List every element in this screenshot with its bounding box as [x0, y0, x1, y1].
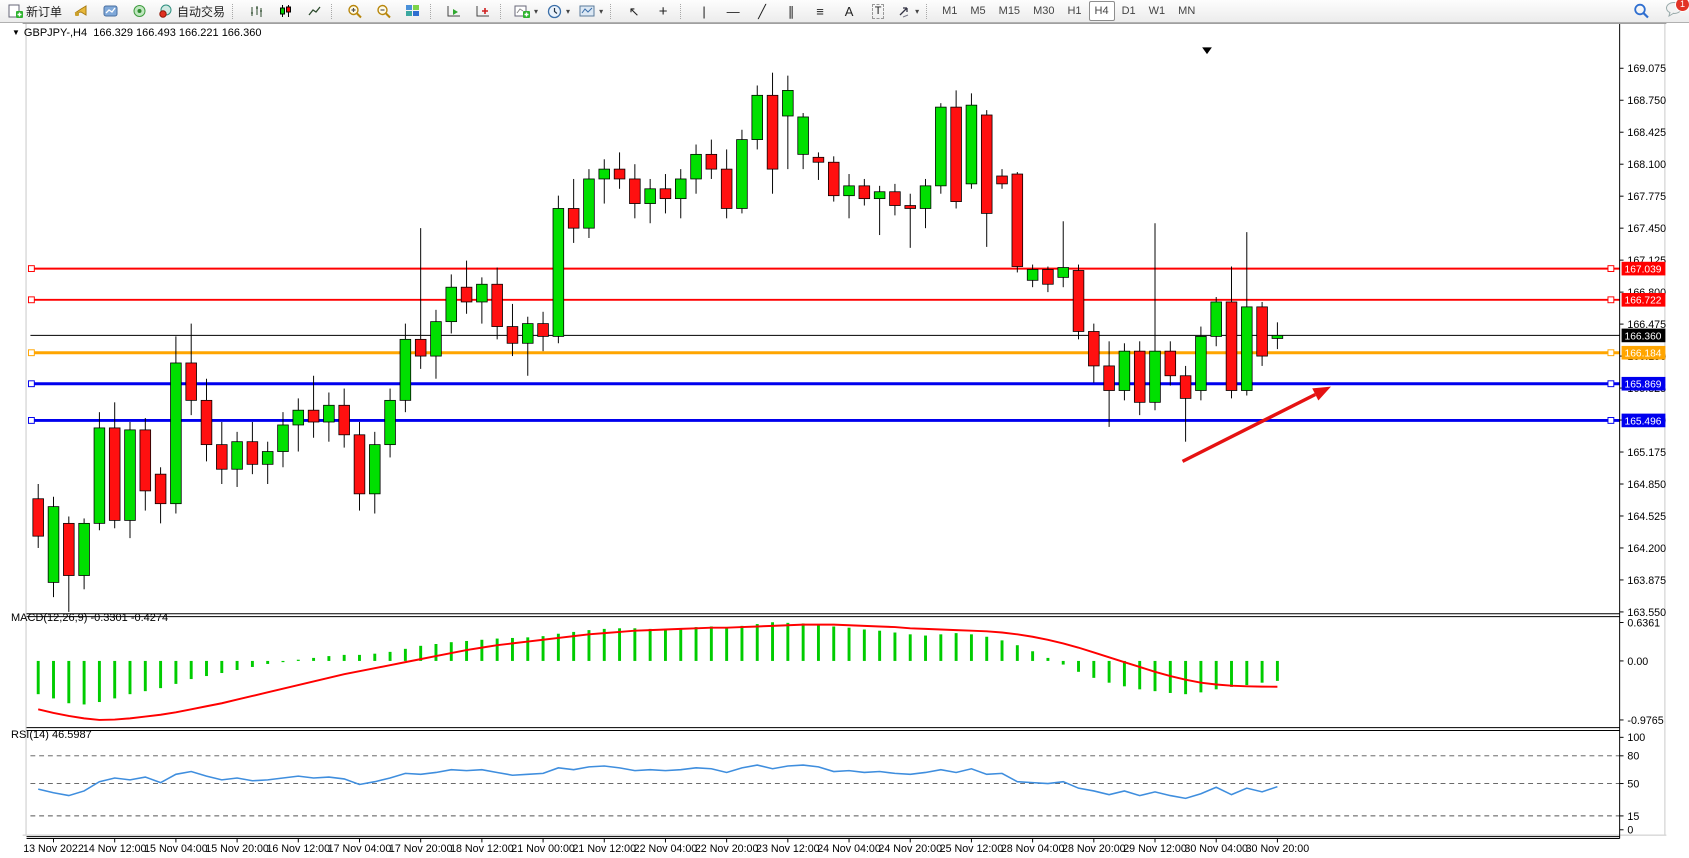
cursor-icon: ↖ [629, 5, 640, 18]
new-order-button[interactable]: 新订单 [4, 0, 66, 22]
line-chart-button[interactable] [300, 0, 328, 22]
horn-icon [73, 4, 89, 18]
arrow-shapes-icon [897, 5, 911, 18]
timeframe-d1-button[interactable]: D1 [1116, 1, 1142, 21]
svg-text:80: 80 [1627, 751, 1639, 763]
horn-button[interactable] [67, 0, 95, 22]
macd-indicator-label: MACD(12,26,9) -0.3301 -0.4274 [11, 612, 168, 624]
autotrading-icon [158, 4, 174, 18]
timeframe-m5-button[interactable]: M5 [964, 1, 991, 21]
chart-window: 169.075168.750168.425168.100167.775167.4… [0, 23, 1689, 858]
signal-icon [132, 4, 147, 18]
horizontal-line-tool-button[interactable]: — [719, 0, 747, 22]
signal-button[interactable] [125, 0, 153, 22]
timeframe-m15-button[interactable]: M15 [993, 1, 1026, 21]
cursor-tool-button[interactable]: ↖ [620, 0, 648, 22]
zoom-out-button[interactable] [370, 0, 398, 22]
trendline-icon: ╱ [758, 5, 766, 18]
chat-button[interactable]: 1 [1665, 1, 1683, 22]
price-axis[interactable] [1641, 23, 1689, 838]
toolbar-right-group: 1 [1627, 0, 1683, 22]
search-button[interactable] [1627, 0, 1655, 22]
fibonacci-icon: ≡ [816, 5, 824, 18]
candlestick-chart-button[interactable] [271, 0, 299, 22]
toolbar-separator [926, 4, 931, 19]
autotrading-button[interactable]: 自动交易 [154, 0, 229, 22]
svg-text:50: 50 [1627, 778, 1639, 790]
zoom-in-icon [347, 4, 363, 19]
templates-button[interactable]: ▾ [575, 0, 607, 22]
indicators-icon [514, 4, 530, 18]
clock-icon [547, 4, 562, 19]
tile-windows-icon [405, 4, 421, 18]
toolbar-separator [430, 4, 435, 19]
auto-scroll-icon [446, 4, 462, 18]
notification-badge: 1 [1675, 0, 1689, 12]
zoom-out-icon [376, 4, 392, 19]
toolbar: 新订单 自动交易 [0, 0, 1689, 23]
timeframe-h4-button[interactable]: H4 [1089, 1, 1115, 21]
autotrading-label: 自动交易 [177, 3, 225, 20]
terminal-icon [103, 4, 118, 18]
text-label-icon: T [872, 4, 885, 19]
trendline-tool-button[interactable]: ╱ [748, 0, 776, 22]
indicators-button[interactable]: ▾ [510, 0, 542, 22]
chevron-down-icon: ▾ [566, 7, 570, 16]
toolbar-separator [232, 4, 237, 19]
timeframe-m1-button[interactable]: M1 [936, 1, 963, 21]
ohlc-readout: 166.329 166.493 166.221 166.360 [93, 27, 261, 39]
terminal-button[interactable] [96, 0, 124, 22]
toolbar-separator [331, 4, 336, 19]
crosshair-tool-button[interactable]: + [649, 0, 677, 22]
label-tool-button[interactable]: T [864, 0, 892, 22]
text-icon: A [845, 5, 854, 18]
line-chart-icon [307, 4, 322, 18]
collapse-triangle-icon[interactable]: ▼ [12, 28, 20, 37]
svg-text:15: 15 [1627, 811, 1639, 823]
chart-title: ▼ GBPJPY-,H4 166.329 166.493 166.221 166.… [12, 27, 261, 39]
horizontal-line-icon: — [727, 5, 740, 18]
timeframe-w1-button[interactable]: W1 [1143, 1, 1172, 21]
text-tool-button[interactable]: A [835, 0, 863, 22]
chevron-down-icon: ▾ [599, 7, 603, 16]
auto-scroll-button[interactable] [440, 0, 468, 22]
chart-shift-button[interactable] [469, 0, 497, 22]
arrows-tool-button[interactable]: ▾ [893, 0, 923, 22]
vertical-line-icon: | [702, 5, 705, 18]
timeframe-mn-button[interactable]: MN [1172, 1, 1201, 21]
rsi-indicator-label: RSI(14) 46.5987 [11, 729, 92, 741]
new-order-icon [8, 4, 23, 19]
fibonacci-tool-button[interactable]: ≡ [806, 0, 834, 22]
mt4-window: 新订单 自动交易 [0, 0, 1689, 858]
chart-canvas[interactable]: 169.075168.750168.425168.100167.775167.4… [0, 23, 1689, 858]
templates-icon [579, 4, 595, 18]
toolbar-separator [500, 4, 505, 19]
periods-button[interactable]: ▾ [543, 0, 574, 22]
chart-shift-icon [475, 4, 491, 18]
toolbar-separator [610, 4, 615, 19]
timeframe-h1-button[interactable]: H1 [1061, 1, 1087, 21]
zoom-in-button[interactable] [341, 0, 369, 22]
timeframe-m30-button[interactable]: M30 [1027, 1, 1060, 21]
search-icon [1633, 3, 1650, 19]
svg-text:0: 0 [1627, 825, 1633, 837]
toolbar-separator [680, 4, 685, 19]
vertical-line-tool-button[interactable]: | [690, 0, 718, 22]
chevron-down-icon: ▾ [915, 7, 919, 16]
bar-chart-icon [249, 4, 264, 18]
candlestick-chart-icon [278, 4, 293, 18]
crosshair-icon: + [659, 5, 668, 18]
bar-chart-button[interactable] [242, 0, 270, 22]
chevron-down-icon: ▾ [534, 7, 538, 16]
new-order-label: 新订单 [26, 3, 62, 20]
tile-windows-button[interactable] [399, 0, 427, 22]
equidistant-channel-icon: ∥ [788, 5, 795, 18]
time-axis[interactable] [0, 838, 1641, 858]
channel-tool-button[interactable]: ∥ [777, 0, 805, 22]
symbol-period-label: GBPJPY-,H4 [24, 27, 87, 39]
